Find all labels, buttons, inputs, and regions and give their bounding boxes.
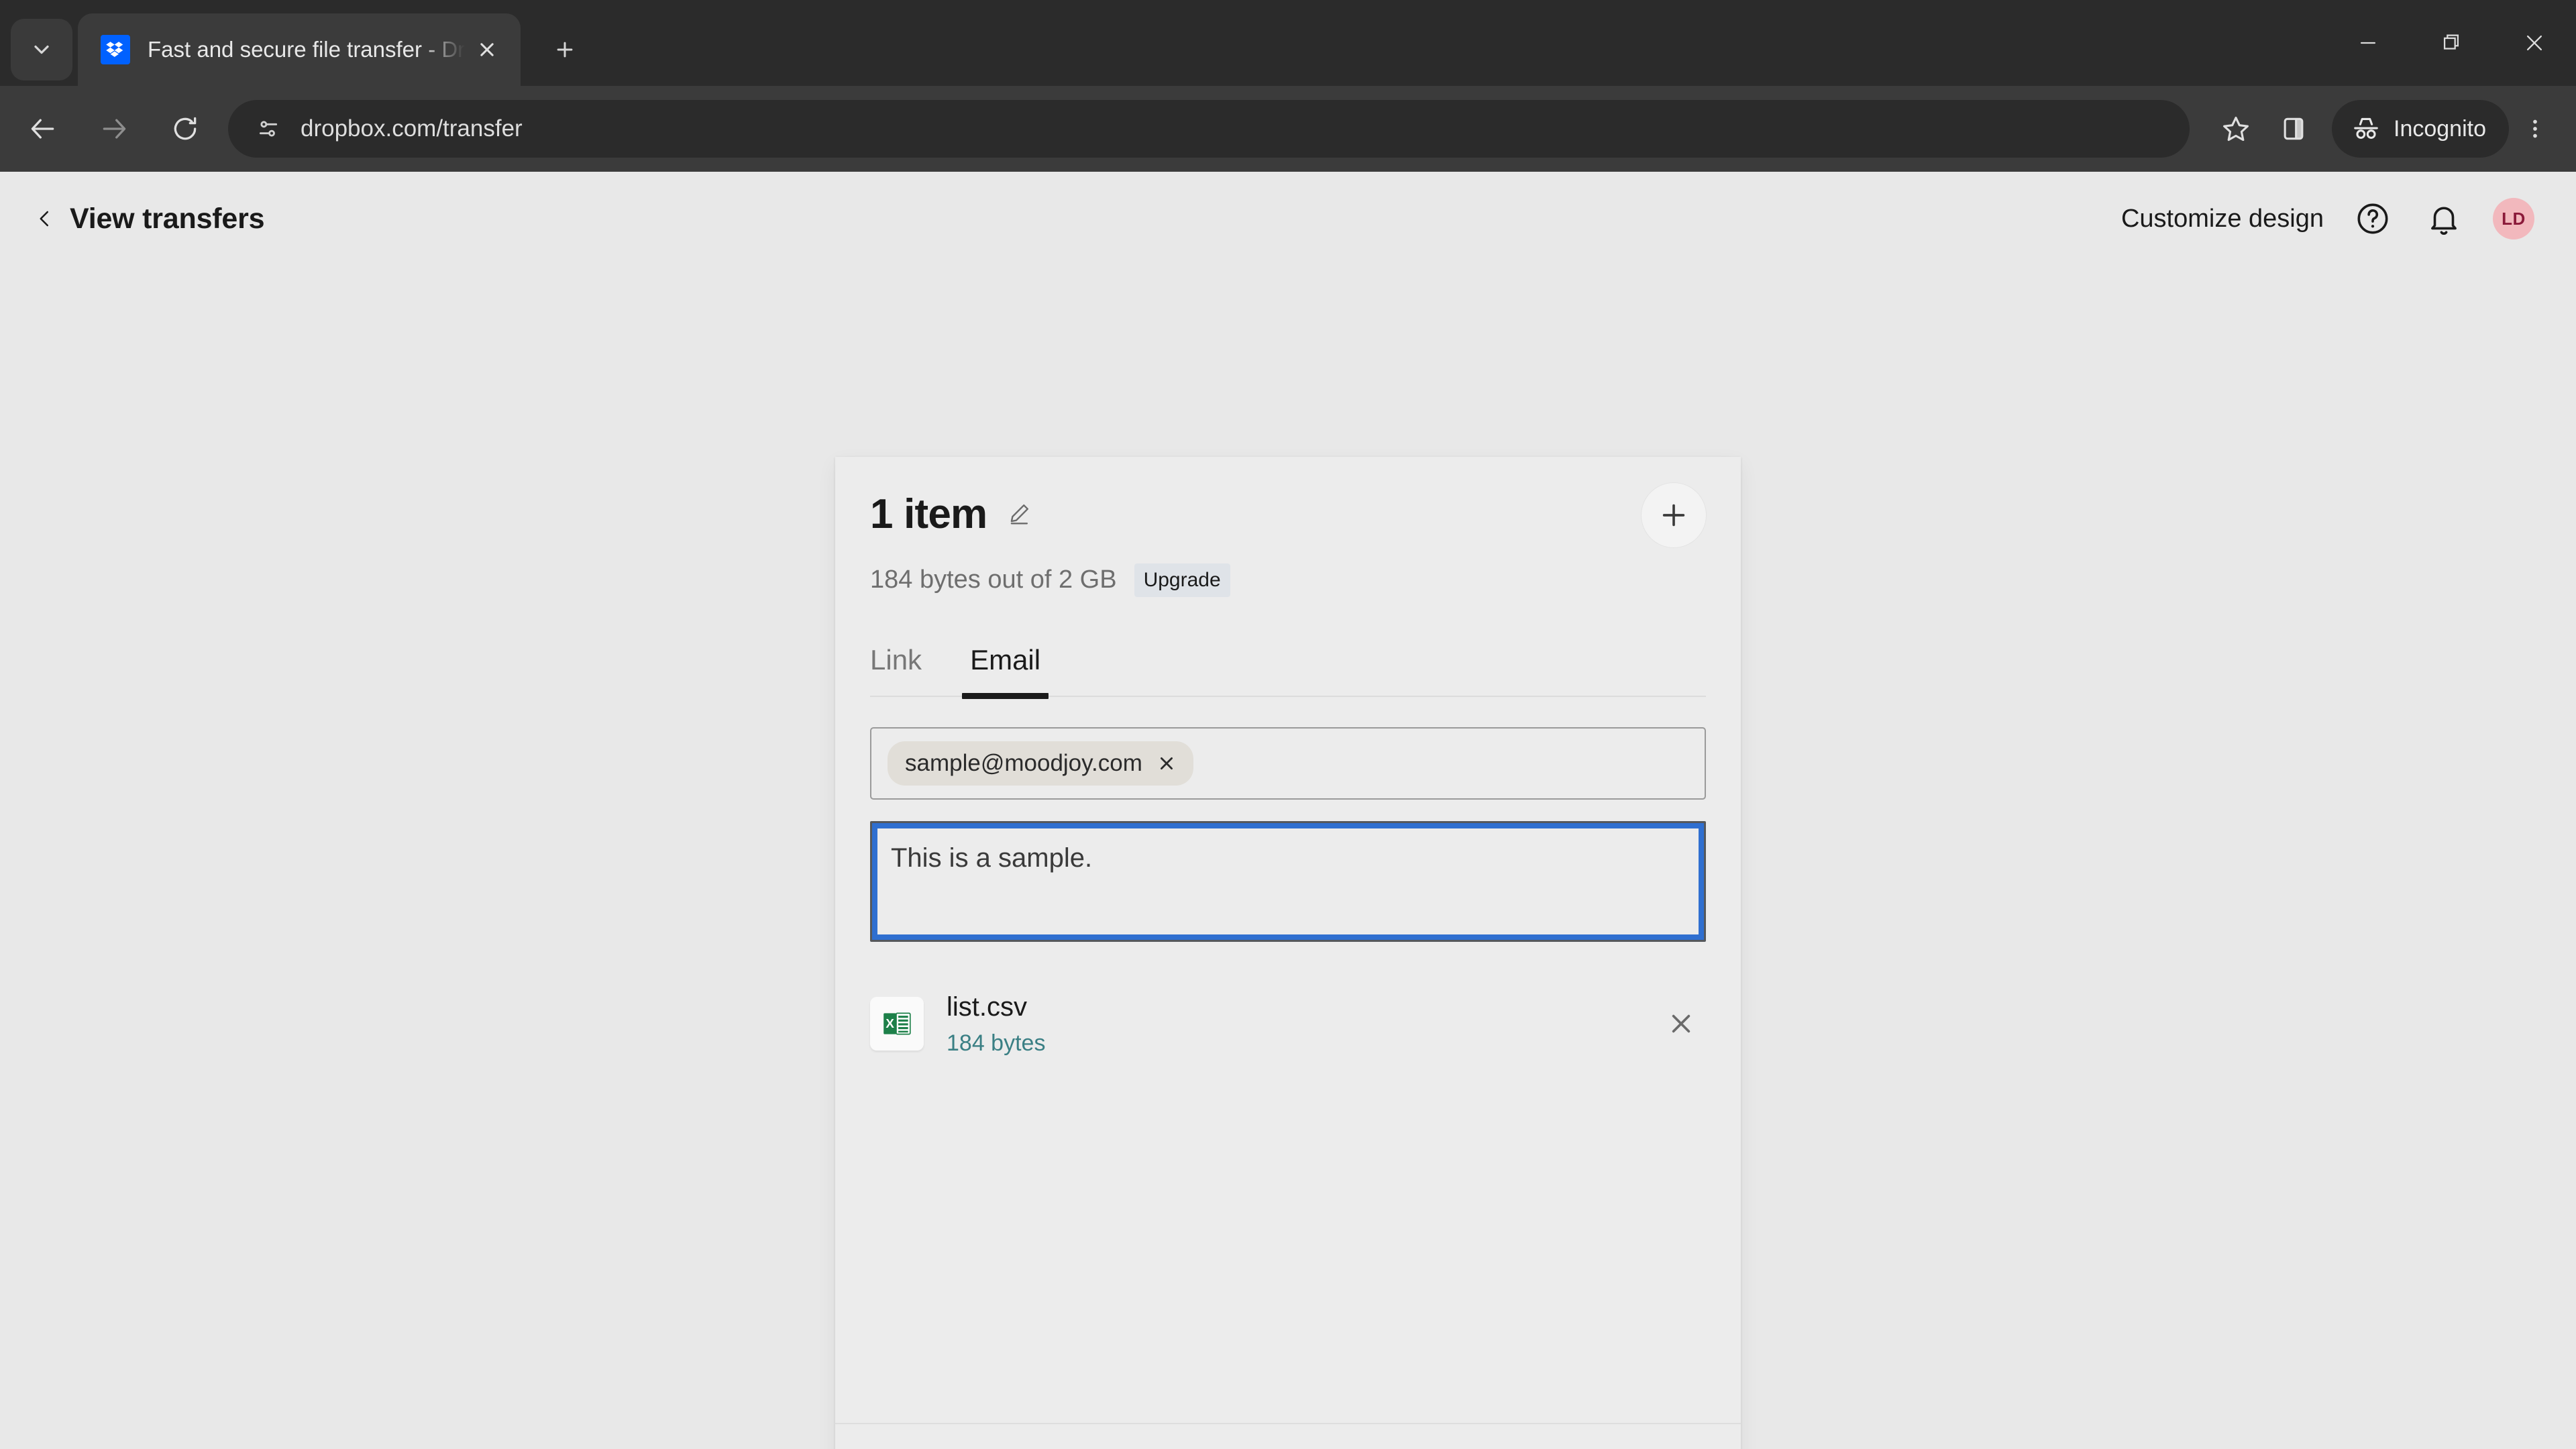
tab-link[interactable]: Link — [870, 644, 922, 699]
transfer-card-footer: Expires on 31/1/2024 No password added S… — [835, 1423, 1741, 1449]
address-bar[interactable]: dropbox.com/transfer — [228, 100, 2190, 158]
window-minimize-button[interactable] — [2326, 0, 2410, 86]
file-list-item: X list.csv 184 bytes — [870, 991, 1706, 1057]
pencil-icon — [1011, 504, 1029, 525]
svg-text:X: X — [885, 1016, 894, 1030]
dropbox-icon — [106, 42, 123, 57]
app-header: View transfers Customize design LD — [0, 172, 2576, 266]
tab-email[interactable]: Email — [962, 644, 1049, 699]
browser-tab[interactable]: Fast and secure file transfer - Dr — [78, 13, 521, 86]
add-files-button[interactable] — [1642, 483, 1706, 547]
storage-meta: 184 bytes out of 2 GB Upgrade — [870, 564, 1706, 597]
chevron-down-icon — [34, 45, 49, 54]
reload-icon — [174, 117, 197, 140]
csv-spreadsheet-icon: X — [870, 997, 924, 1051]
reload-button[interactable] — [157, 101, 213, 157]
recipients-input[interactable]: sample@moodjoy.com — [870, 727, 1706, 800]
plus-icon — [1662, 504, 1685, 527]
file-info: list.csv 184 bytes — [947, 991, 1045, 1057]
transfer-title-row: 1 item — [870, 483, 1706, 547]
back-button[interactable] — [15, 101, 71, 157]
plus-icon — [557, 42, 573, 58]
bookmark-button[interactable] — [2207, 100, 2265, 158]
close-icon — [2526, 35, 2542, 51]
close-icon — [480, 43, 494, 56]
sliders-icon — [259, 121, 278, 137]
view-transfers-link[interactable]: View transfers — [35, 202, 265, 235]
tab-search-button[interactable] — [11, 19, 72, 80]
arrow-right-icon — [103, 119, 126, 139]
help-circle-icon — [2357, 203, 2388, 234]
browser-toolbar: dropbox.com/transfer Incognito — [0, 86, 2576, 172]
rename-transfer-button[interactable] — [1002, 496, 1036, 531]
tab-title: Fast and secure file transfer - Dr — [148, 37, 466, 62]
help-button[interactable] — [2351, 197, 2395, 241]
dropbox-favicon — [101, 35, 130, 64]
share-mode-tabs: Link Email — [870, 644, 1706, 699]
transfer-card: 1 item 184 bytes out of 2 GB Upgrade Lin… — [835, 457, 1741, 1449]
url-text: dropbox.com/transfer — [301, 115, 523, 142]
window-maximize-button[interactable] — [2410, 0, 2493, 86]
close-icon — [1160, 757, 1173, 769]
new-tab-button[interactable] — [539, 24, 590, 75]
incognito-icon — [2354, 117, 2378, 139]
storage-text: 184 bytes out of 2 GB — [870, 566, 1117, 594]
tab-strip: Fast and secure file transfer - Dr — [0, 0, 2576, 86]
user-avatar[interactable]: LD — [2493, 198, 2534, 239]
star-icon — [2223, 116, 2249, 142]
window-controls — [2326, 0, 2576, 86]
browser-window: Fast and secure file transfer - Dr dropb… — [0, 0, 2576, 172]
side-panel-icon — [2284, 117, 2304, 140]
incognito-indicator[interactable]: Incognito — [2332, 100, 2509, 158]
transfer-card-body: 1 item 184 bytes out of 2 GB Upgrade Lin… — [835, 457, 1741, 1423]
transfer-title: 1 item — [870, 491, 987, 537]
close-icon — [1672, 1014, 1690, 1033]
page-content: View transfers Customize design LD 1 ite… — [0, 172, 2576, 1449]
notifications-button[interactable] — [2422, 197, 2466, 241]
incognito-label: Incognito — [2394, 115, 2486, 142]
browser-menu-button[interactable] — [2509, 100, 2561, 158]
remove-file-button[interactable] — [1662, 1004, 1701, 1043]
tab-close-button[interactable] — [468, 31, 506, 68]
app-header-actions: Customize design LD — [2121, 197, 2534, 241]
excel-file-icon: X — [883, 1012, 911, 1035]
remove-recipient-button[interactable] — [1157, 754, 1176, 773]
forward-button[interactable] — [86, 101, 142, 157]
bell-icon — [2431, 207, 2457, 235]
file-name: list.csv — [947, 991, 1027, 1022]
upgrade-button[interactable]: Upgrade — [1134, 564, 1230, 597]
more-vertical-icon — [2533, 119, 2537, 138]
chevron-left-icon — [40, 211, 48, 227]
side-panel-button[interactable] — [2265, 100, 2322, 158]
arrow-left-icon — [31, 119, 54, 139]
file-size: 184 bytes — [947, 1030, 1046, 1056]
minimize-icon — [2360, 42, 2376, 44]
customize-design-button[interactable]: Customize design — [2121, 205, 2324, 233]
message-input[interactable]: This is a sample. — [870, 820, 1706, 942]
recipient-email: sample@moodjoy.com — [905, 749, 1142, 776]
window-close-button[interactable] — [2493, 0, 2576, 86]
recipient-chip[interactable]: sample@moodjoy.com — [888, 741, 1193, 786]
maximize-icon — [2443, 34, 2459, 50]
site-settings-icon[interactable] — [251, 111, 286, 146]
view-transfers-label: View transfers — [70, 202, 265, 235]
